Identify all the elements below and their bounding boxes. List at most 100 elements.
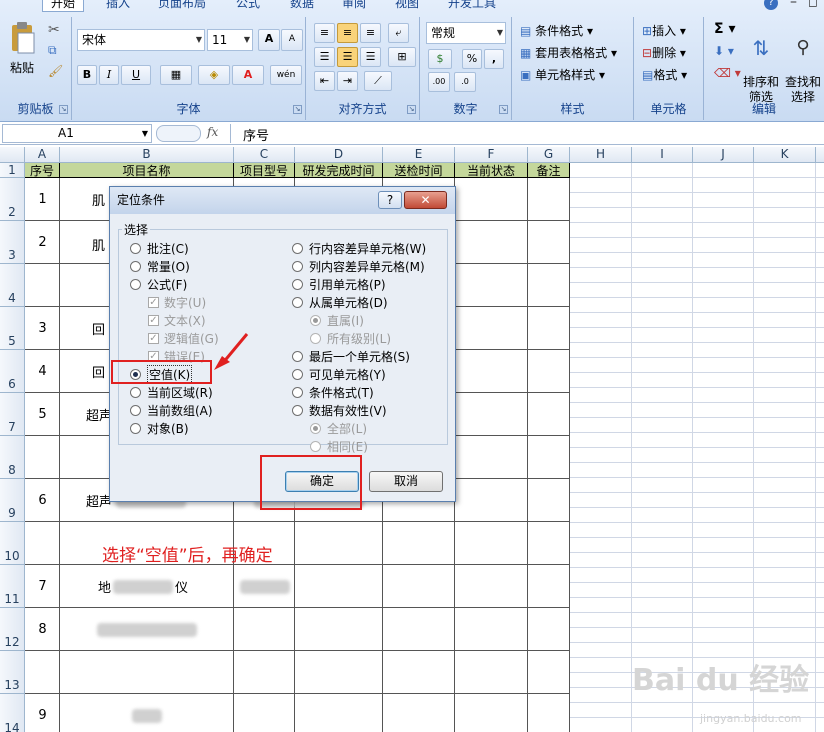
tab-formulas[interactable]: 公式 [236,0,260,12]
table-grid-cell[interactable] [295,651,383,694]
align-middle-button[interactable]: ≡ [337,23,358,43]
table-grid-cell[interactable] [455,393,528,436]
accounting-button[interactable]: $ [428,49,452,69]
table-cell-seq[interactable]: 5 [25,393,60,436]
option-validation-all[interactable]: 全部(L) [310,420,367,436]
radio-button[interactable] [292,368,303,380]
table-grid-cell[interactable] [25,522,60,565]
tab-review[interactable]: 审阅 [342,0,366,12]
table-grid-cell[interactable] [234,608,295,651]
radio-button[interactable] [292,386,303,398]
radio-button[interactable] [310,422,321,434]
minimize-icon[interactable]: – [790,0,797,10]
checkbox-logicals[interactable]: ✓ 逻辑值(G) [148,330,219,346]
italic-button[interactable]: I [99,65,119,85]
table-grid-cell[interactable] [295,608,383,651]
option-conditional-formats[interactable]: 条件格式(T) [292,384,374,400]
table-grid-cell[interactable] [383,565,455,608]
option-constants[interactable]: 常量(O) [130,258,190,274]
table-grid-cell[interactable] [295,694,383,732]
table-cell-name[interactable] [60,694,234,732]
header-cell-remarks[interactable]: 备注 [528,163,570,178]
align-center-button[interactable]: ☰ [337,47,358,67]
option-current-region[interactable]: 当前区域(R) [130,384,213,400]
insert-cells-button[interactable]: ⊞插入 ▾ [642,22,686,39]
row-header-10[interactable]: 10 [0,522,25,565]
copy-icon[interactable]: ⧉ [48,43,57,58]
header-cell-name[interactable]: 项目名称 [60,163,234,178]
column-header-l[interactable] [816,147,824,163]
table-grid-cell[interactable] [455,694,528,732]
table-grid-cell[interactable] [528,479,570,522]
orientation-button[interactable]: ⟋ [364,71,392,91]
option-data-validation[interactable]: 数据有效性(V) [292,402,387,418]
column-header-k[interactable]: K [754,147,816,163]
radio-button[interactable] [292,296,303,308]
column-header-a[interactable]: A [25,147,60,163]
name-box[interactable]: A1 ▼ [2,124,152,143]
header-cell-dev-time[interactable]: 研发完成时间 [295,163,383,178]
table-grid-cell[interactable] [455,608,528,651]
column-header-j[interactable]: J [693,147,754,163]
radio-button[interactable] [130,422,141,434]
option-column-differences[interactable]: 列内容差异单元格(M) [292,258,425,274]
comma-button[interactable]: , [484,49,504,69]
table-cell-seq[interactable]: 9 [25,694,60,732]
table-grid-cell[interactable] [455,522,528,565]
table-grid-cell[interactable] [528,264,570,307]
select-all-button[interactable] [0,147,25,163]
radio-button[interactable] [310,314,321,326]
radio-button[interactable] [130,278,141,290]
fill-button[interactable]: ⬇ ▾ [714,44,734,58]
table-cell-seq[interactable]: 8 [25,608,60,651]
tab-insert[interactable]: 插入 [106,0,130,12]
formula-input[interactable]: 序号 [243,125,269,144]
borders-button[interactable]: ▦ [160,65,192,85]
option-comments[interactable]: 批注(C) [130,240,189,256]
fill-color-button[interactable]: ◈ [198,65,230,85]
row-header-3[interactable]: 3 [0,221,25,264]
option-objects[interactable]: 对象(B) [130,420,189,436]
decrease-indent-button[interactable]: ⇤ [314,71,335,91]
insert-function-icon[interactable]: fx [207,125,218,139]
tab-data[interactable]: 数据 [290,0,314,12]
column-header-b[interactable]: B [60,147,234,163]
header-cell-status[interactable]: 当前状态 [455,163,528,178]
table-grid-cell[interactable] [528,393,570,436]
merge-center-button[interactable]: ⊞ [388,47,416,67]
font-name-select[interactable]: 宋体 ▼ [77,29,205,51]
option-validation-same[interactable]: 相同(E) [310,438,368,454]
dialog-launcher-icon[interactable]: ↘ [293,105,302,114]
option-dependents[interactable]: 从属单元格(D) [292,294,388,310]
table-grid-cell[interactable] [295,522,383,565]
dialog-launcher-icon[interactable]: ↘ [499,105,508,114]
table-grid-cell[interactable] [455,307,528,350]
wrap-text-button[interactable]: ⤶ [388,23,409,43]
table-grid-cell[interactable] [528,436,570,479]
row-header-11[interactable]: 11 [0,565,25,608]
table-cell-seq[interactable]: 3 [25,307,60,350]
radio-button[interactable] [292,404,303,416]
row-header-12[interactable]: 12 [0,608,25,651]
table-grid-cell[interactable] [528,178,570,221]
table-grid-cell[interactable] [25,436,60,479]
table-cell-name[interactable] [60,608,234,651]
table-grid-cell[interactable] [234,651,295,694]
table-grid-cell[interactable] [383,522,455,565]
align-right-button[interactable]: ☰ [360,47,381,67]
table-grid-cell[interactable] [455,565,528,608]
table-cell-model[interactable] [234,565,295,608]
radio-button[interactable] [310,332,321,344]
table-grid-cell[interactable] [528,350,570,393]
radio-button[interactable] [130,242,141,254]
cell-styles-button[interactable]: ▣ 单元格样式 ▾ [520,66,605,83]
table-cell-seq[interactable]: 6 [25,479,60,522]
column-header-g[interactable]: G [528,147,570,163]
format-as-table-button[interactable]: ▦ 套用表格格式 ▾ [520,44,617,61]
font-color-button[interactable]: A [232,65,264,85]
font-size-select[interactable]: 11 ▼ [207,29,253,51]
tab-developer[interactable]: 开发工具 [448,0,496,12]
autosum-button[interactable]: Σ ▾ [714,21,735,37]
row-header-6[interactable]: 6 [0,350,25,393]
table-grid-cell[interactable] [60,651,234,694]
